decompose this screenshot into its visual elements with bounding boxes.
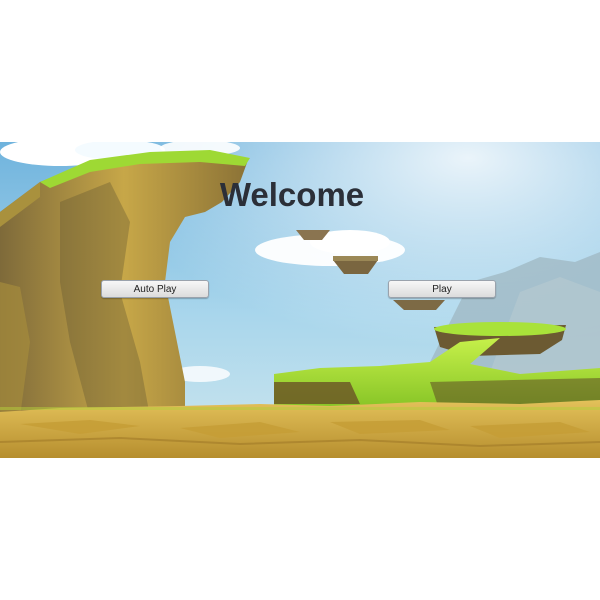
right-ground-cliff	[274, 382, 360, 404]
floating-rock-center-top	[333, 256, 378, 261]
game-viewport: Welcome Auto Play Play	[0, 142, 600, 458]
auto-play-button[interactable]: Auto Play	[101, 280, 209, 298]
page: Welcome Auto Play Play	[0, 0, 600, 600]
welcome-title: Welcome	[219, 176, 365, 213]
ground-left-grass-edge	[0, 407, 600, 410]
right-island-top	[434, 322, 566, 336]
play-button[interactable]: Play	[388, 280, 496, 298]
